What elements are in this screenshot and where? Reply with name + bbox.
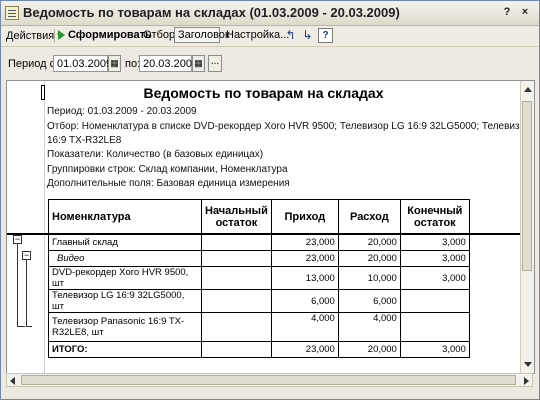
table-row: Главный склад 23,000 20,000 3,000 — [48, 234, 470, 251]
row-name: Главный склад — [48, 234, 202, 251]
end-balance-cell: 3,000 — [399, 234, 470, 251]
table-header-row: Номенклатура Начальный остаток Приход Ра… — [48, 199, 470, 235]
column-header: Приход — [270, 199, 339, 235]
table-row: Телевизор LG 16:9 32LG5000, шт 6,000 6,0… — [48, 289, 470, 313]
expense-cell: 4,000 — [337, 312, 401, 342]
table-row: Телевизор Panasonic 16:9 TX-R32LE8, шт 4… — [48, 312, 470, 342]
income-cell: 4,000 — [270, 312, 339, 342]
expense-cell: 10,000 — [337, 266, 401, 290]
help-title-button[interactable]: ? — [499, 5, 515, 20]
header-toggle-button[interactable]: Заголовок — [178, 29, 230, 41]
scroll-thumb[interactable] — [522, 101, 532, 271]
start-balance-cell — [201, 312, 272, 342]
period-from-label: Период с: — [8, 58, 59, 70]
row-name: Телевизор LG 16:9 32LG5000, шт — [48, 289, 202, 313]
separator — [54, 29, 55, 43]
scroll-thumb[interactable] — [21, 375, 516, 385]
report-indicators: Показатели: Количество (в базовых единиц… — [47, 149, 264, 160]
scroll-up-icon[interactable] — [524, 87, 532, 92]
report-title: Ведомость по товарам на складах — [143, 85, 384, 101]
income-cell: 23,000 — [270, 250, 339, 267]
period-select-button[interactable]: ... — [208, 55, 222, 72]
vertical-scrollbar[interactable] — [520, 81, 534, 373]
group-bracket-end — [26, 326, 32, 327]
help-button[interactable]: ? — [318, 28, 333, 43]
column-header: Номенклатура — [48, 199, 202, 235]
column-header: Начальный остаток — [201, 199, 272, 235]
end-balance-cell — [399, 289, 470, 313]
income-cell: 23,000 — [270, 234, 339, 251]
end-balance-cell — [399, 312, 470, 342]
report-table: Номенклатура Начальный остаток Приход Ра… — [48, 199, 470, 358]
calendar-icon[interactable]: ▦ — [192, 55, 205, 72]
start-balance-cell — [201, 250, 272, 267]
income-cell: 23,000 — [270, 341, 339, 358]
report-period: Период: 01.03.2009 - 20.03.2009 — [47, 106, 197, 117]
end-balance-cell: 3,000 — [399, 266, 470, 290]
report-window: Ведомость по товарам на складах (01.03.2… — [0, 0, 540, 400]
calendar-icon[interactable]: ▦ — [108, 55, 121, 72]
income-cell: 6,000 — [270, 289, 339, 313]
table-row: DVD-рекордер Xoro HVR 9500, шт 13,000 10… — [48, 266, 470, 290]
start-balance-cell — [201, 266, 272, 290]
column-header: Расход — [337, 199, 401, 235]
expense-cell: 20,000 — [337, 250, 401, 267]
period-to-label: по: — [125, 58, 141, 70]
generate-button[interactable]: Сформировать — [68, 29, 152, 41]
close-button[interactable]: × — [517, 5, 533, 20]
gutter-divider — [44, 81, 45, 373]
collapse-group-button[interactable]: − — [13, 235, 22, 244]
start-balance-cell — [201, 289, 272, 313]
collapse-group-button[interactable]: − — [22, 251, 31, 260]
scroll-right-icon[interactable] — [524, 377, 529, 385]
total-row: ИТОГО: 23,000 20,000 3,000 — [48, 341, 470, 358]
group-bracket — [17, 244, 18, 326]
save-settings-icon[interactable]: ↳ — [300, 28, 315, 43]
period-selector: Период с: 01.03.2009 ▦ по: 20.03.2009 ▦ … — [1, 55, 539, 79]
row-name: DVD-рекордер Xoro HVR 9500, шт — [48, 266, 202, 290]
table-row: Видео 23,000 20,000 3,000 — [48, 250, 470, 267]
report-filter-cont: 16:9 TX-R32LE8 — [47, 135, 122, 146]
scroll-down-icon[interactable] — [524, 362, 532, 367]
settings-button[interactable]: Настройка... — [226, 29, 289, 41]
period-to-field[interactable]: 20.03.2009 — [139, 55, 198, 72]
play-icon — [58, 30, 65, 40]
report-extra-fields: Дополнительные поля: Базовая единица изм… — [47, 178, 290, 189]
window-title: Ведомость по товарам на складах (01.03.2… — [23, 5, 400, 20]
start-balance-cell — [201, 234, 272, 251]
end-balance-cell: 3,000 — [399, 341, 470, 358]
row-name: Телевизор Panasonic 16:9 TX-R32LE8, шт — [48, 312, 202, 342]
column-header: Конечный остаток — [399, 199, 470, 235]
expense-cell: 20,000 — [337, 234, 401, 251]
expense-cell: 6,000 — [337, 289, 401, 313]
scroll-left-icon[interactable] — [10, 377, 15, 385]
title-bar: Ведомость по товарам на складах (01.03.2… — [1, 1, 539, 26]
end-balance-cell: 3,000 — [399, 250, 470, 267]
horizontal-scrollbar[interactable] — [6, 373, 533, 387]
actions-menu-label: Действия — [6, 30, 55, 42]
expense-cell: 20,000 — [337, 341, 401, 358]
report-spreadsheet: Ведомость по товарам на складах Период: … — [6, 80, 535, 374]
period-from-field[interactable]: 01.03.2009 — [53, 55, 112, 72]
total-label: ИТОГО: — [48, 341, 202, 358]
report-groupings: Группировки строк: Склад компании, Номен… — [47, 164, 288, 175]
group-bracket-end — [17, 326, 25, 327]
start-balance-cell — [201, 341, 272, 358]
restore-settings-icon[interactable]: ↰ — [283, 28, 298, 43]
group-bracket — [26, 260, 27, 326]
report-window-icon — [5, 6, 19, 20]
row-name: Видео — [48, 250, 202, 267]
income-cell: 13,000 — [270, 266, 339, 290]
command-bar: Действия ▾ Сформировать Отбор Заголовок … — [1, 26, 539, 47]
report-filter: Отбор: Номенклатура в списке DVD-рекорде… — [47, 121, 535, 132]
filter-button[interactable]: Отбор — [143, 29, 175, 41]
